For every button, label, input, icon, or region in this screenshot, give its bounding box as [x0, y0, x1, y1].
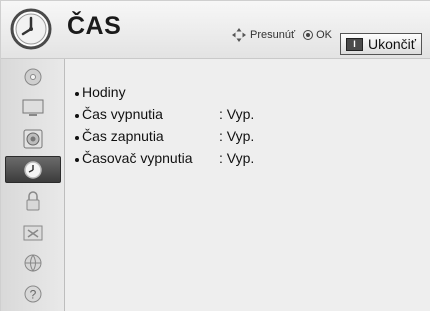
ok-button-icon — [303, 30, 314, 40]
time-menu-panel: Hodiny Čas vypnutia : Vyp. Čas zapnutia … — [65, 59, 430, 311]
menu-item-on-time[interactable]: Čas zapnutia : Vyp. — [75, 125, 375, 147]
sidebar-item-lock[interactable] — [5, 187, 61, 214]
time-settings-screen: ČAS Presunúť OK I Ukončiť ? Hodiny Čas v… — [0, 0, 430, 311]
svg-text:?: ? — [30, 287, 37, 301]
bullet-icon — [75, 92, 79, 96]
menu-item-value: : Vyp. — [219, 106, 255, 122]
sidebar-item-disc[interactable] — [5, 63, 61, 90]
menu-item-clock[interactable]: Hodiny — [75, 81, 375, 103]
bullet-icon — [75, 136, 79, 140]
hint-move-label: Presunúť — [250, 29, 296, 41]
menu-item-value: : Vyp. — [219, 128, 255, 144]
move-arrows-icon — [232, 28, 246, 42]
header: ČAS Presunúť OK I Ukončiť — [1, 1, 430, 59]
menu-item-label: Čas zapnutia — [82, 128, 164, 144]
hint-ok-label: OK — [316, 29, 333, 41]
menu-item-label: Hodiny — [82, 84, 126, 100]
category-sidebar: ? — [1, 59, 65, 311]
tv-screen-icon — [22, 99, 44, 116]
menu-item-value: : Vyp. — [219, 150, 255, 166]
time-menu-list: Hodiny Čas vypnutia : Vyp. Čas zapnutia … — [75, 81, 375, 169]
menu-item-off-time[interactable]: Čas vypnutia : Vyp. — [75, 103, 375, 125]
exit-button-label: Ukončiť — [368, 36, 417, 52]
page-title: ČAS — [67, 12, 122, 40]
bullet-icon — [75, 114, 79, 118]
navigation-hint: Presunúť OK — [231, 27, 332, 43]
menu-item-label: Čas vypnutia — [82, 106, 163, 122]
disc-icon — [24, 68, 42, 85]
bullet-icon — [75, 158, 79, 162]
exit-key-icon: I — [346, 37, 363, 51]
sidebar-item-time[interactable] — [5, 156, 61, 183]
exit-button[interactable]: I Ukončiť — [340, 33, 422, 55]
sidebar-item-options[interactable] — [5, 218, 61, 245]
clock-icon — [10, 8, 52, 50]
speaker-icon — [23, 129, 43, 148]
sidebar-item-help[interactable]: ? — [5, 280, 61, 307]
sidebar-item-audio[interactable] — [5, 125, 61, 152]
menu-item-sleep-timer[interactable]: Časovač vypnutia : Vyp. — [75, 147, 375, 169]
menu-item-label: Časovač vypnutia — [82, 150, 193, 166]
lock-icon — [26, 190, 40, 210]
clock-icon — [24, 160, 42, 179]
help-icon: ? — [24, 285, 42, 302]
toolbox-icon — [23, 225, 43, 240]
sidebar-item-network[interactable] — [5, 249, 61, 276]
sidebar-item-picture[interactable] — [5, 94, 61, 121]
network-globe-icon — [24, 254, 42, 272]
